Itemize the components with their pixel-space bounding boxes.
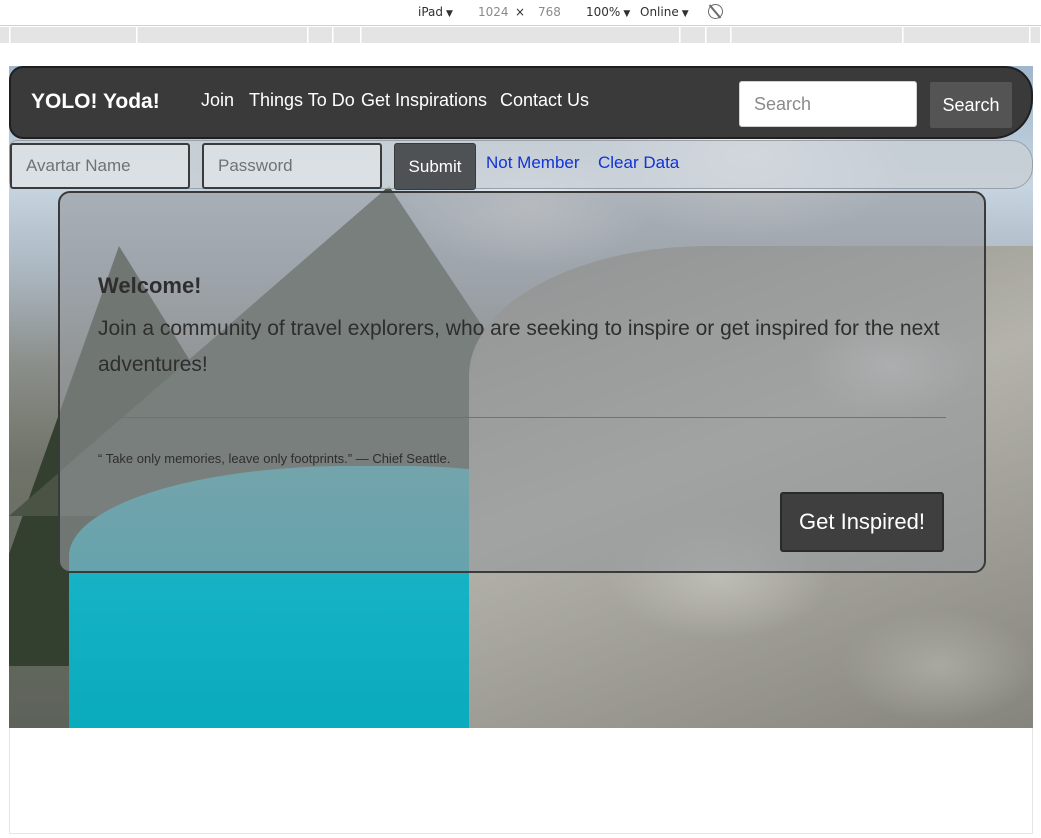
ruler-segment[interactable] [904, 27, 1030, 43]
nav-link-join[interactable]: Join [201, 90, 234, 111]
search-button[interactable]: Search [929, 81, 1013, 129]
ruler-segment[interactable] [707, 27, 731, 43]
device-label: iPad [418, 5, 444, 19]
ruler-segment[interactable] [732, 27, 903, 43]
ruler-segment[interactable] [11, 27, 137, 43]
brand-logo[interactable]: YOLO! Yoda! [31, 90, 160, 114]
page-below-fold [9, 728, 1033, 834]
height-field[interactable]: 768 [538, 5, 561, 19]
avatar-name-input[interactable] [10, 143, 190, 189]
zoom-select[interactable]: 100% ▼ [586, 5, 630, 19]
times-icon: × [515, 5, 526, 19]
chevron-down-icon: ▼ [446, 9, 453, 19]
nav-link-contact-us[interactable]: Contact Us [500, 90, 589, 111]
welcome-heading: Welcome! [98, 273, 202, 298]
submit-button[interactable]: Submit [394, 143, 476, 190]
ruler-segment[interactable] [362, 27, 680, 43]
chevron-down-icon: ▼ [623, 9, 631, 19]
device-select[interactable]: iPad ▼ [418, 5, 453, 19]
welcome-lead: Join a community of travel explorers, wh… [98, 317, 940, 376]
rotate-icon[interactable] [708, 4, 723, 19]
page-viewport: YOLO! Yoda! Join Things To Do Get Inspir… [9, 66, 1033, 728]
zoom-label: 100% [586, 5, 621, 19]
ruler-segment[interactable] [1031, 27, 1041, 43]
ruler-segment[interactable] [0, 27, 10, 43]
search-input[interactable] [739, 81, 917, 127]
quote-text: “ Take only memories, leave only footpri… [98, 451, 451, 466]
ruler-segment[interactable] [334, 27, 361, 43]
get-inspired-button[interactable]: Get Inspired! [780, 492, 944, 552]
clear-data-link[interactable]: Clear Data [598, 153, 679, 173]
password-input[interactable] [202, 143, 382, 189]
login-bar: Submit Not Member Clear Data [9, 140, 1033, 190]
chevron-down-icon: ▼ [681, 9, 689, 19]
network-label: Online [640, 5, 679, 19]
ruler-segment[interactable] [309, 27, 333, 43]
network-select[interactable]: Online ▼ [640, 5, 689, 19]
ruler-segment[interactable] [138, 27, 308, 43]
welcome-jumbotron: Welcome! Join a community of travel expl… [58, 191, 986, 573]
media-query-ruler [0, 27, 1041, 43]
divider [98, 417, 946, 418]
devtools-device-toolbar: iPad ▼ 1024 × 768 100% ▼ Online ▼ [0, 0, 1041, 26]
width-field[interactable]: 1024 [478, 5, 509, 19]
nav-link-things-to-do[interactable]: Things To Do [249, 90, 355, 111]
ruler-segment[interactable] [681, 27, 706, 43]
not-member-link[interactable]: Not Member [486, 153, 580, 173]
nav-link-get-inspirations[interactable]: Get Inspirations [361, 90, 487, 111]
navbar: YOLO! Yoda! Join Things To Do Get Inspir… [9, 66, 1033, 139]
